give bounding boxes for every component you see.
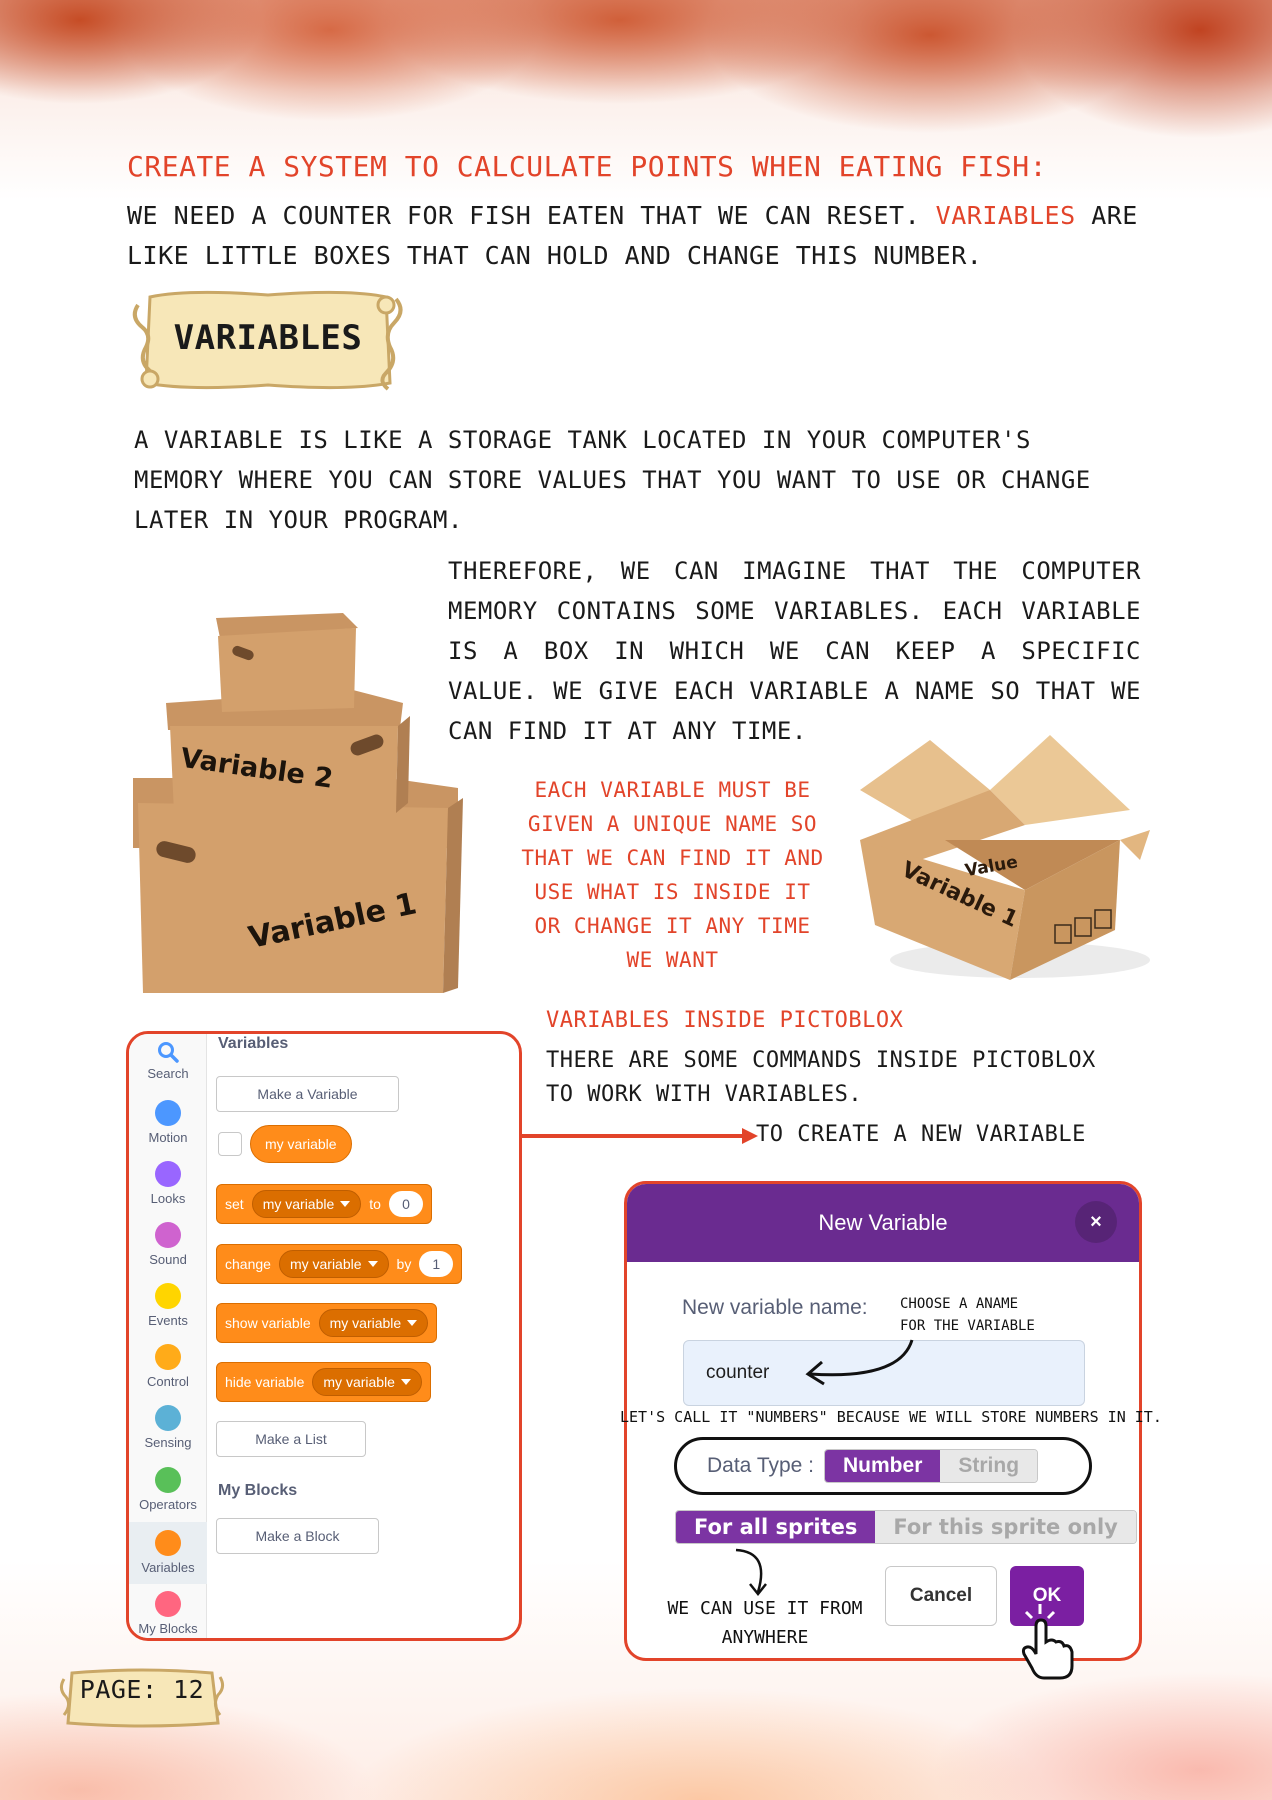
change-variable-block[interactable]: change my variable by 1	[216, 1244, 463, 1284]
dialog-header: New Variable ×	[627, 1184, 1139, 1262]
lets-call-note: LET'S CALL IT "NUMBERS" BECAUSE WE WILL …	[620, 1408, 1162, 1426]
my-blocks-icon	[155, 1591, 181, 1617]
intro-highlight: VARIABLES	[935, 201, 1076, 230]
definition-paragraph: A VARIABLE IS LIKE A STORAGE TANK LOCATE…	[134, 426, 1091, 534]
set-value-input[interactable]: 0	[388, 1191, 423, 1217]
scope-this-sprite-option[interactable]: For this sprite only	[875, 1511, 1136, 1543]
choose-name-note: CHOOSE A ANAME FOR THE VARIABLE	[900, 1296, 1035, 1334]
show-variable-block[interactable]: show variable my variable	[216, 1303, 438, 1343]
make-list-button[interactable]: Make a List	[216, 1421, 366, 1457]
unique-name-note: EACH VARIABLE MUST BE GIVEN A UNIQUE NAM…	[521, 778, 824, 972]
hide-variable-block[interactable]: hide variable my variable	[216, 1362, 431, 1402]
motion-icon	[155, 1100, 181, 1126]
dialog-title: New Variable	[818, 1210, 948, 1235]
create-variable-label: TO CREATE A NEW VARIABLE	[756, 1122, 1086, 1147]
section-title: VARIABLES	[173, 318, 363, 358]
variable-dropdown[interactable]: my variable	[318, 1309, 429, 1337]
category-motion[interactable]: Motion	[129, 1094, 207, 1154]
looks-icon	[155, 1161, 181, 1187]
caret-down-icon	[407, 1320, 418, 1326]
variable-name-label: New variable name:	[682, 1296, 868, 1319]
my-variable-reporter[interactable]: my variable	[250, 1125, 352, 1163]
scope-toggle: For all sprites For this sprite only	[675, 1510, 1137, 1544]
change-value-input[interactable]: 1	[419, 1251, 454, 1277]
category-variables[interactable]: Variables	[129, 1522, 207, 1584]
set-variable-block[interactable]: set my variable to 0	[216, 1184, 432, 1224]
variables-icon	[155, 1530, 181, 1556]
intro-text-start: WE NEED A COUNTER FOR FISH EATEN THAT WE…	[127, 201, 936, 230]
data-type-toggle: Number String	[824, 1449, 1039, 1483]
my-blocks-section-heading: My Blocks	[218, 1482, 298, 1499]
category-events[interactable]: Events	[129, 1277, 207, 1337]
category-search[interactable]: Search	[129, 1036, 207, 1092]
caret-down-icon	[400, 1379, 411, 1385]
variables-section-heading: Variables	[218, 1035, 289, 1052]
type-number-option[interactable]: Number	[825, 1450, 941, 1482]
category-my-blocks[interactable]: My Blocks	[129, 1585, 207, 1638]
hand-cursor-icon	[1021, 1604, 1074, 1680]
intro-paragraph: WE NEED A COUNTER FOR FISH EATEN THAT WE…	[127, 196, 1167, 276]
page-number: PAGE: 12	[79, 1675, 205, 1704]
my-variable-checkbox[interactable]	[218, 1132, 242, 1156]
pictoblox-heading: VARIABLES INSIDE PICTOBLOX	[546, 1008, 904, 1033]
small-arrow-icon	[735, 1548, 767, 1597]
category-looks[interactable]: Looks	[129, 1155, 207, 1215]
memory-paragraph: THEREFORE, WE CAN IMAGINE THAT THE COMPU…	[448, 557, 1141, 745]
category-sound[interactable]: Sound	[129, 1216, 207, 1276]
open-box-illustration: Value Variable 1	[860, 735, 1150, 980]
close-icon: ×	[1090, 1210, 1102, 1233]
curved-arrow-icon	[805, 1339, 914, 1386]
variable-dropdown[interactable]: my variable	[278, 1250, 389, 1278]
pictoblox-blocks-panel: Search Motion Looks Sound Events Control…	[126, 1031, 522, 1641]
scope-all-sprites-option[interactable]: For all sprites	[676, 1511, 876, 1543]
operators-icon	[155, 1467, 181, 1493]
make-variable-button[interactable]: Make a Variable	[216, 1076, 399, 1112]
caret-down-icon	[340, 1201, 351, 1207]
category-sidebar: Search Motion Looks Sound Events Control…	[129, 1034, 207, 1638]
category-operators[interactable]: Operators	[129, 1461, 207, 1521]
page-heading: CREATE A SYSTEM TO CALCULATE POINTS WHEN…	[127, 150, 1047, 183]
data-type-selector: Data Type : Number String	[674, 1437, 1092, 1495]
sound-icon	[155, 1222, 181, 1248]
cancel-button[interactable]: Cancel	[885, 1566, 997, 1626]
category-sensing[interactable]: Sensing	[129, 1399, 207, 1459]
stacked-boxes-illustration: Variable 1 Variable 2	[133, 613, 463, 993]
events-icon	[155, 1283, 181, 1309]
variable-dropdown[interactable]: my variable	[251, 1190, 362, 1218]
type-string-option[interactable]: String	[940, 1450, 1038, 1482]
anywhere-note: WE CAN USE IT FROM ANYWHERE	[667, 1598, 863, 1648]
make-block-button[interactable]: Make a Block	[216, 1518, 379, 1554]
category-control[interactable]: Control	[129, 1338, 207, 1398]
caret-down-icon	[367, 1261, 378, 1267]
search-icon	[158, 1042, 179, 1063]
close-button[interactable]: ×	[1075, 1201, 1117, 1243]
sensing-icon	[155, 1405, 181, 1431]
variable-dropdown[interactable]: my variable	[312, 1368, 422, 1396]
control-icon	[155, 1344, 181, 1370]
data-type-label: Data Type :	[707, 1454, 815, 1477]
